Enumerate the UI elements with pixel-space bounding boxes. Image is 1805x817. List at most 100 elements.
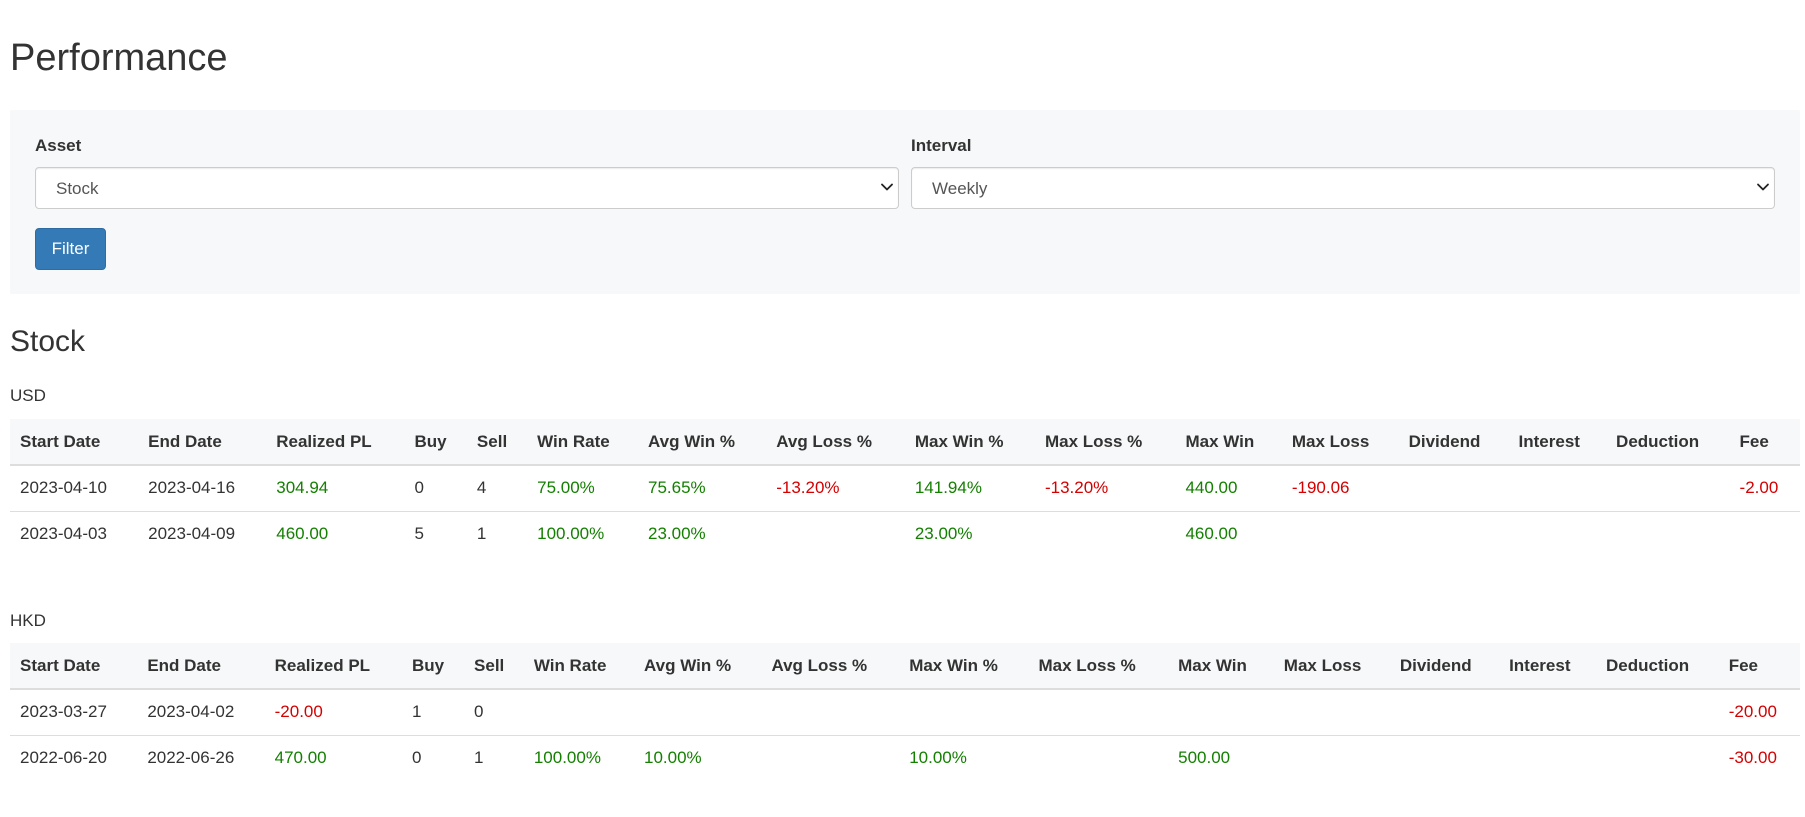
- performance-table-hkd: Start Date End Date Realized PL Buy Sell Win …: [10, 643, 1800, 781]
- column-header: Avg Loss %: [766, 419, 905, 466]
- column-header: Dividend: [1389, 643, 1500, 690]
- cell-win-rate: 100.00%: [533, 748, 601, 768]
- section-title: Stock: [10, 325, 86, 358]
- cell-deduction: [1596, 735, 1719, 781]
- cell-fee: -2.00: [1729, 465, 1800, 512]
- column-header: Buy: [404, 419, 467, 466]
- cell-buy: 0: [412, 748, 422, 768]
- table-header-row: Start Date End Date Realized PL Buy Sell Win …: [10, 419, 1800, 466]
- cell-max-win-pct: 23.00%: [914, 524, 973, 544]
- cell-interest: [1508, 465, 1607, 512]
- cell-max-loss: -190.06: [1281, 465, 1399, 512]
- cell-start-date: 2023-04-10: [10, 465, 139, 512]
- currency-label-hkd: HKD: [10, 611, 46, 630]
- cell-sell: 0: [464, 689, 524, 736]
- cell-buy: 0: [404, 465, 467, 512]
- table-row: 2023-03-27 2023-04-02 -20.00 1 0 -20.00: [10, 689, 1800, 736]
- cell-start-date: 2023-04-03: [20, 524, 107, 544]
- table-body: 2023-04-10 2023-04-16 304.94 0 4 75.00% 75.65%…: [10, 465, 1800, 557]
- column-header: Max Loss: [1273, 643, 1390, 690]
- interval-select-wrapper: Weekly: [911, 167, 1775, 209]
- cell-avg-loss-pct: [761, 689, 900, 736]
- table-row: 2023-04-03 2023-04-09 460.00 5 1 100.00% 23.00…: [10, 511, 1800, 557]
- cell-avg-win-pct: 75.65%: [637, 465, 767, 512]
- performance-page: Performance Asset Stock Interval Weekly: [0, 0, 1805, 817]
- cell-avg-loss-pct: [766, 511, 905, 557]
- cell-deduction: [1595, 689, 1719, 736]
- cell-interest: [1499, 735, 1596, 781]
- column-header: Sell: [464, 643, 524, 690]
- cell-deduction: [1606, 465, 1730, 512]
- cell-max-loss-pct: [1028, 689, 1169, 736]
- cell-interest: [1499, 689, 1596, 736]
- column-header: Max Loss: [1281, 419, 1399, 466]
- cell-realized-pl: -20.00: [264, 689, 402, 736]
- asset-select[interactable]: Stock: [35, 167, 899, 209]
- cell-end-date: 2022-06-26: [147, 748, 235, 768]
- cell-end-date: 2023-04-02: [137, 689, 265, 736]
- column-header: Max Loss %: [1028, 643, 1169, 690]
- cell-realized-pl: 304.94: [266, 465, 405, 512]
- table-header-row: Start Date End Date Realized PL Buy Sell Win …: [10, 643, 1800, 690]
- column-header: Fee: [1729, 419, 1800, 466]
- cell-sell: 4: [466, 465, 528, 512]
- column-header: Win Rate: [523, 643, 635, 690]
- cell-max-win-pct: 10.00%: [909, 748, 967, 768]
- column-header: Max Loss %: [1034, 419, 1176, 466]
- cell-avg-loss-pct: [761, 735, 899, 781]
- cell-avg-win-pct: [634, 689, 762, 736]
- cell-dividend: [1390, 735, 1499, 781]
- cell-dividend: [1398, 465, 1509, 512]
- cell-end-date: 2023-04-09: [148, 524, 236, 544]
- column-header: Max Win %: [904, 419, 1035, 466]
- interval-label: Interval: [911, 136, 972, 155]
- cell-max-loss: [1273, 689, 1390, 736]
- column-header: Buy: [402, 643, 465, 690]
- column-header: Avg Win %: [637, 419, 767, 466]
- column-header: Max Win: [1168, 643, 1274, 690]
- cell-dividend: [1399, 511, 1509, 557]
- column-header: Sell: [466, 419, 528, 466]
- cell-fee: -20.00: [1718, 689, 1800, 736]
- column-header: Max Win %: [899, 643, 1029, 690]
- cell-max-win-pct: 141.94%: [904, 465, 1035, 512]
- column-header: End Date: [137, 643, 265, 690]
- interval-field: Interval Weekly: [911, 136, 1775, 209]
- asset-field: Asset Stock: [35, 136, 899, 209]
- cell-win-rate: 75.00%: [527, 465, 638, 512]
- cell-max-win: 440.00: [1175, 465, 1282, 512]
- cell-max-loss: [1282, 511, 1399, 557]
- cell-dividend: [1389, 689, 1500, 736]
- cell-end-date: 2023-04-16: [138, 465, 267, 512]
- cell-max-win-pct: [899, 689, 1029, 736]
- filter-button[interactable]: Filter: [35, 228, 106, 270]
- cell-max-win: 500.00: [1178, 748, 1231, 768]
- column-header: Max Win: [1175, 419, 1282, 466]
- page-title: Performance: [10, 37, 228, 79]
- table-row: 2022-06-20 2022-06-26 470.00 0 1 100.00% 10.00…: [10, 735, 1800, 781]
- column-header: Avg Loss %: [761, 643, 900, 690]
- column-header: Dividend: [1398, 419, 1509, 466]
- asset-select-wrapper: Stock: [35, 167, 899, 209]
- column-header: Win Rate: [527, 419, 638, 466]
- cell-buy: 5: [414, 524, 424, 544]
- filter-panel: Asset Stock Interval Weekly Filter: [10, 110, 1800, 294]
- table-row: 2023-04-10 2023-04-16 304.94 0 4 75.00% 75.65%…: [10, 465, 1800, 512]
- cell-max-loss-pct: [1028, 735, 1168, 781]
- column-header: Realized PL: [266, 419, 405, 466]
- cell-interest: [1509, 511, 1607, 557]
- interval-select[interactable]: Weekly: [911, 167, 1775, 209]
- column-header: Start Date: [10, 643, 138, 690]
- cell-max-loss: [1274, 735, 1390, 781]
- column-header: Realized PL: [264, 643, 402, 690]
- cell-max-win: [1168, 689, 1274, 736]
- cell-sell: 1: [476, 524, 487, 544]
- column-header: Interest: [1508, 419, 1607, 466]
- cell-avg-loss-pct: -13.20%: [766, 465, 905, 512]
- column-header: End Date: [138, 419, 267, 466]
- table-body: 2023-03-27 2023-04-02 -20.00 1 0 -20.00 2022-0…: [10, 689, 1800, 781]
- column-header: Fee: [1718, 643, 1800, 690]
- column-header: Avg Win %: [634, 643, 762, 690]
- cell-max-loss-pct: [1035, 511, 1176, 557]
- currency-label-usd: USD: [10, 386, 46, 405]
